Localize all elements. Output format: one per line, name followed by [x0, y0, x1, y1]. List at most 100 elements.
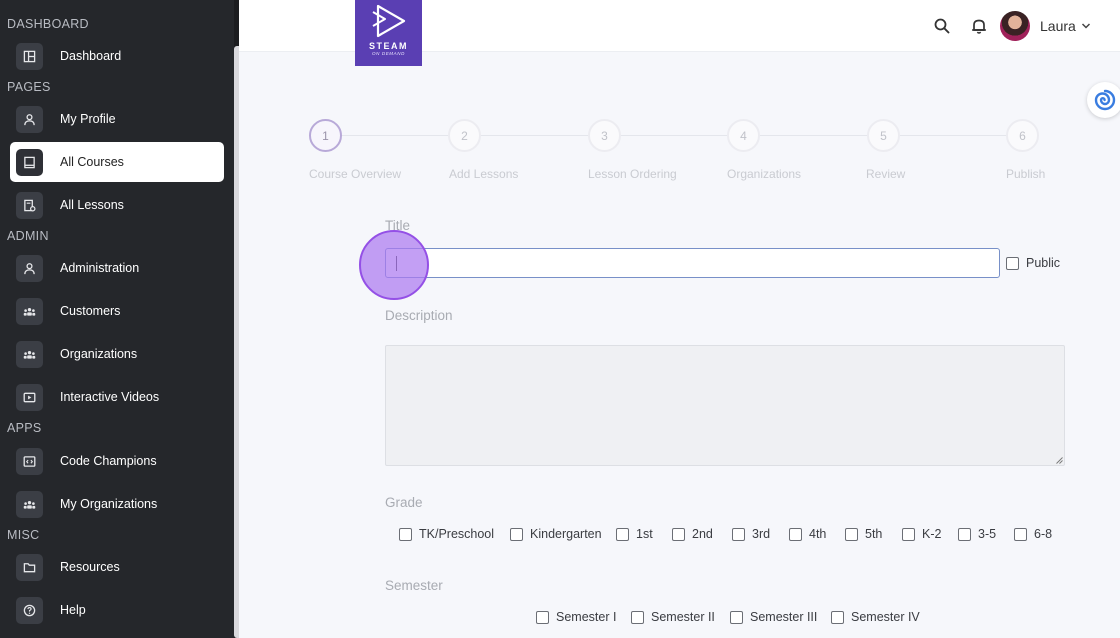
resize-handle-icon[interactable]: [1056, 457, 1063, 464]
sidebar-item-label: My Organizations: [60, 497, 158, 511]
logo-subtext: ON DEMAND: [372, 51, 405, 56]
grade-checkbox-tk-preschool[interactable]: [399, 528, 412, 541]
step-connector: [342, 135, 448, 136]
step-1-circle[interactable]: 1: [309, 119, 342, 152]
sidebar-item-label: All Lessons: [60, 198, 124, 212]
sidebar-item-label: Organizations: [60, 347, 138, 361]
swirl-icon: [1094, 89, 1116, 111]
sidebar-item-label: Interactive Videos: [60, 390, 160, 404]
sidebar-item-all-lessons[interactable]: All Lessons: [10, 185, 224, 225]
grade-checkbox-1st[interactable]: [616, 528, 629, 541]
sidebar-item-label: All Courses: [60, 155, 124, 169]
dashboard-icon: [16, 42, 43, 70]
group-icon: [16, 297, 43, 325]
grade-checkbox-2nd[interactable]: [672, 528, 685, 541]
step-3-label: Lesson Ordering: [588, 167, 677, 181]
grade-option-label: 1st: [636, 527, 653, 541]
grade-option-label: K-2: [922, 527, 942, 541]
grade-checkbox-5th[interactable]: [845, 528, 858, 541]
logo-text: STEAM: [369, 41, 408, 51]
section-title-admin: ADMIN: [7, 229, 49, 243]
sidebar-item-my-organizations[interactable]: My Organizations: [10, 484, 224, 524]
user-icon: [16, 254, 43, 282]
grade-option-label: 3-5: [978, 527, 997, 541]
group-icon: [16, 490, 43, 518]
section-title-dashboard: DASHBOARD: [7, 17, 89, 31]
step-6-circle[interactable]: 6: [1006, 119, 1039, 152]
sidebar-item-label: Administration: [60, 261, 140, 275]
play-logo-icon: [371, 4, 405, 38]
section-title-misc: MISC: [7, 528, 40, 542]
semester-label: Semester: [385, 578, 443, 593]
step-4-circle[interactable]: 4: [727, 119, 760, 152]
grade-option-label: 4th: [809, 527, 827, 541]
title-input[interactable]: [385, 248, 1000, 278]
sidebar-item-my-profile[interactable]: My Profile: [10, 99, 224, 139]
sidebar-item-label: Code Champions: [60, 454, 157, 468]
step-2-label: Add Lessons: [449, 167, 519, 181]
help-icon: [16, 596, 43, 624]
semester-checkbox-1[interactable]: [536, 611, 549, 624]
step-connector: [900, 135, 1006, 136]
step-5-circle[interactable]: 5: [867, 119, 900, 152]
grade-option-label: Kindergarten: [530, 527, 602, 541]
user-icon: [16, 105, 43, 133]
grade-option-label: 3rd: [752, 527, 771, 541]
steam-logo[interactable]: STEAM ON DEMAND: [355, 0, 422, 66]
group-icon: [16, 340, 43, 368]
semester-checkbox-4[interactable]: [831, 611, 844, 624]
sidebar-item-label: Resources: [60, 560, 120, 574]
sidebar-item-organizations[interactable]: Organizations: [10, 334, 224, 374]
sidebar-item-label: Dashboard: [60, 49, 122, 63]
step-4-label: Organizations: [727, 167, 802, 181]
sidebar-item-customers[interactable]: Customers: [10, 291, 224, 331]
step-3-circle[interactable]: 3: [588, 119, 621, 152]
step-2-circle[interactable]: 2: [448, 119, 481, 152]
chevron-down-icon[interactable]: [1081, 21, 1091, 31]
search-icon[interactable]: [933, 17, 951, 35]
grade-option-label: TK/Preschool: [419, 527, 495, 541]
grade-option-label: 5th: [865, 527, 883, 541]
sidebar: DASHBOARD Dashboard PAGES My Profile All…: [0, 0, 239, 638]
bell-icon[interactable]: [970, 17, 988, 35]
section-title-pages: PAGES: [7, 80, 51, 94]
sidebar-item-label: Customers: [60, 304, 121, 318]
user-name[interactable]: Laura: [1040, 18, 1076, 34]
sidebar-item-resources[interactable]: Resources: [10, 547, 224, 587]
public-label: Public: [1026, 256, 1061, 270]
semester-checkbox-3[interactable]: [730, 611, 743, 624]
public-checkbox[interactable]: [1006, 257, 1019, 270]
semester-option-label: Semester IV: [851, 610, 920, 624]
grade-option-label: 6-8: [1034, 527, 1053, 541]
sidebar-item-all-courses[interactable]: All Courses: [10, 142, 224, 182]
video-icon: [16, 383, 43, 411]
description-label: Description: [385, 308, 453, 323]
user-avatar[interactable]: [1000, 11, 1030, 41]
grade-checkbox-kindergarten[interactable]: [510, 528, 523, 541]
step-1-label: Course Overview: [309, 167, 402, 181]
step-connector: [621, 135, 727, 136]
sidebar-item-dashboard[interactable]: Dashboard: [10, 36, 224, 76]
book-icon: [16, 148, 43, 176]
grade-checkbox-3-5[interactable]: [958, 528, 971, 541]
sidebar-item-code-champions[interactable]: Code Champions: [10, 441, 224, 481]
grade-checkbox-k-2[interactable]: [902, 528, 915, 541]
sidebar-scrollbar-thumb[interactable]: [234, 46, 239, 638]
step-connector: [760, 135, 867, 136]
assistant-button[interactable]: [1087, 82, 1120, 118]
folder-icon: [16, 553, 43, 581]
step-6-label: Publish: [1006, 167, 1046, 181]
semester-option-label: Semester II: [651, 610, 715, 624]
semester-option-label: Semester I: [556, 610, 617, 624]
description-textarea[interactable]: [385, 345, 1065, 466]
lessons-icon: [16, 191, 43, 219]
sidebar-item-interactive-videos[interactable]: Interactive Videos: [10, 377, 224, 417]
grade-checkbox-3rd[interactable]: [732, 528, 745, 541]
semester-checkbox-2[interactable]: [631, 611, 644, 624]
sidebar-item-administration[interactable]: Administration: [10, 248, 224, 288]
semester-option-label: Semester III: [750, 610, 818, 624]
grade-checkbox-4th[interactable]: [789, 528, 802, 541]
sidebar-item-label: Help: [60, 603, 86, 617]
grade-checkbox-6-8[interactable]: [1014, 528, 1027, 541]
sidebar-item-help[interactable]: Help: [10, 590, 224, 630]
